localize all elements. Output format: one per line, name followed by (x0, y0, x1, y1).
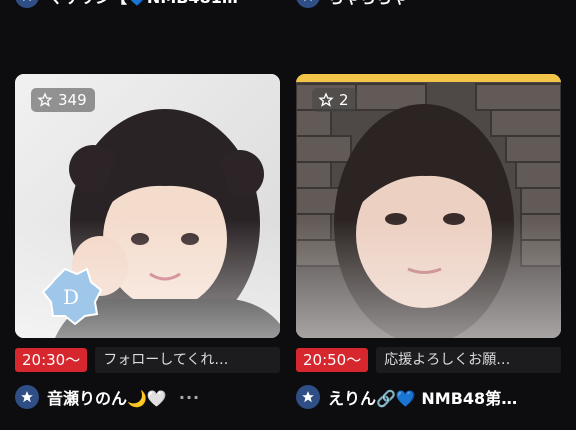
gold-frame-bar (296, 74, 561, 82)
star-count-badge: 2 (312, 88, 357, 112)
star-count: 2 (339, 91, 349, 109)
streamer-avatar (15, 385, 39, 409)
schedule-row: 20:30〜 フォローしてくれ… (15, 347, 280, 373)
streamer-photo (296, 74, 561, 338)
live-description: フォローしてくれ… (95, 347, 280, 373)
more-indicator[interactable]: ··· (179, 388, 200, 407)
svg-text:D: D (63, 285, 79, 309)
live-thumbnail[interactable]: 2 (296, 74, 561, 338)
star-icon (23, 0, 31, 2)
schedule-row: 20:50〜 応援よろしくお願… (296, 347, 561, 373)
start-time-badge: 20:30〜 (15, 348, 88, 372)
live-thumbnail[interactable]: D 349 (15, 74, 280, 338)
star-outline-icon (37, 92, 53, 107)
star-outline-icon (318, 92, 334, 107)
streamer-photo: D (15, 74, 280, 338)
streamer-row[interactable]: 音瀬りのん🌙🤍 ··· (15, 383, 280, 411)
user-name: ちゃらちゃ (328, 0, 408, 8)
streamer-avatar (296, 385, 320, 409)
star-count-badge: 349 (31, 88, 95, 112)
previous-row: マサリン【💙NMB481… ちゃらちゃ (0, 0, 576, 20)
user-avatar (15, 0, 39, 8)
top-left-user[interactable]: マサリン【💙NMB481… (15, 0, 238, 8)
top-right-user[interactable]: ちゃらちゃ (296, 0, 408, 8)
start-time-badge: 20:50〜 (296, 348, 369, 372)
live-card[interactable]: 2 20:50〜 応援よろしくお願… えりん🔗💙 NMB48第… (296, 74, 561, 411)
streamer-name: 音瀬りのん🌙🤍 (47, 389, 167, 408)
star-count: 349 (58, 91, 87, 109)
user-name: マサリン【💙NMB481… (47, 0, 238, 8)
star-filled-icon (21, 391, 33, 403)
streamer-name: えりん🔗💙 NMB48第… (328, 389, 518, 408)
streamer-row[interactable]: えりん🔗💙 NMB48第… (296, 383, 561, 411)
live-card[interactable]: D 349 20:30〜 フォローしてくれ… 音瀬りのん🌙🤍 ··· (15, 74, 280, 411)
live-description: 応援よろしくお願… (376, 347, 561, 373)
user-avatar (296, 0, 320, 8)
star-icon (304, 0, 312, 2)
star-filled-icon (302, 391, 314, 403)
